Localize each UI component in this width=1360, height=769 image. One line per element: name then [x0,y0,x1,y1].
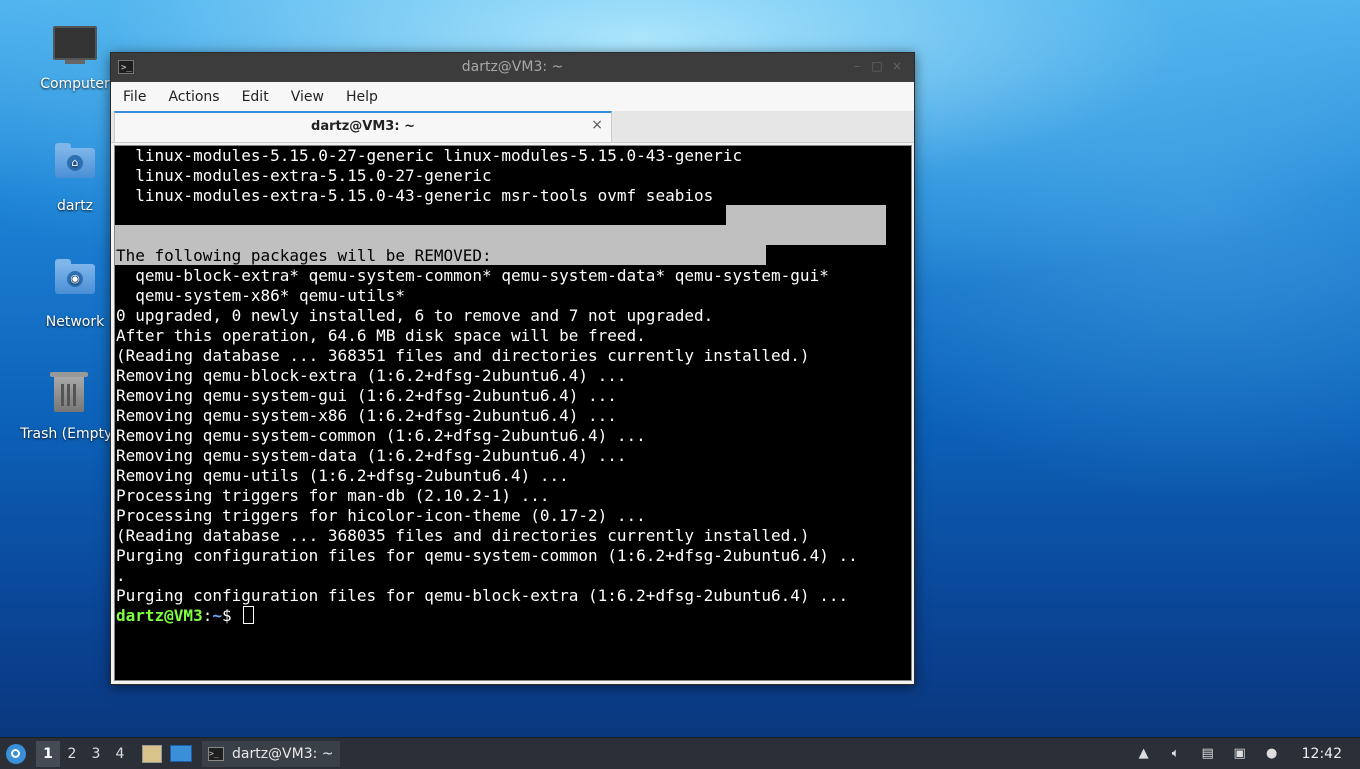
menu-actions[interactable]: Actions [160,89,227,105]
desktop-icon-label: dartz [56,198,94,214]
window-title: dartz@VM3: ~ [461,59,564,75]
terminal-line: 0 upgraded, 0 newly installed, 6 to remo… [116,306,714,325]
prompt-symbol: $ [221,606,242,625]
desktop-icon-label: Computer [40,76,110,92]
taskbar: 1 2 3 4 >_ dartz@VM3: ~ ▲ 🔈︎ ▤ ▣ ● 12:42 [0,737,1360,769]
folder-home-icon: ⌂ [53,143,97,192]
terminal-window[interactable]: >_ dartz@VM3: ~ – □ × File Actions Edit … [110,52,915,685]
terminal-output[interactable]: linux-modules-5.15.0-27-generic linux-mo… [114,145,912,681]
menu-edit[interactable]: Edit [234,89,277,105]
terminal-line: Removing qemu-system-common (1:6.2+dfsg-… [116,426,646,445]
workspace-4[interactable]: 4 [108,741,132,767]
tab-terminal[interactable]: dartz@VM3: ~ × [114,111,612,142]
tab-bar: dartz@VM3: ~ × [111,111,914,143]
menu-bar: File Actions Edit View Help [111,82,914,111]
terminal-line: Removing qemu-system-data (1:6.2+dfsg-2u… [116,446,627,465]
tab-label: dartz@VM3: ~ [311,119,415,134]
terminal-line: Processing triggers for man-db (2.10.2-1… [116,486,550,505]
clipboard-icon[interactable]: ▤ [1200,746,1216,762]
prompt-separator: : [202,606,213,625]
terminal-line: linux-modules-extra-5.15.0-43-generic ms… [116,186,714,205]
terminal-line: Removing qemu-block-extra (1:6.2+dfsg-2u… [116,366,627,385]
maximize-icon[interactable]: □ [870,59,884,73]
taskbar-task-label: dartz@VM3: ~ [232,745,334,762]
desktop-icon-label: Network [45,314,105,330]
trash-icon [47,372,91,420]
computer-icon [53,26,97,70]
text-cursor [243,606,255,624]
terminal-line: qemu-block-extra* qemu-system-common* qe… [116,266,829,285]
terminal-line: linux-modules-extra-5.15.0-27-generic [116,166,492,185]
desktop-icon-label: Trash (Empty) [20,426,118,442]
menu-help[interactable]: Help [338,89,386,105]
terminal-lines: linux-modules-5.15.0-27-generic linux-mo… [116,146,858,626]
prompt-user: dartz@VM3 [116,606,203,625]
file-manager-icon[interactable] [142,744,162,763]
terminal-line: After this operation, 64.6 MB disk space… [116,326,646,345]
system-tray: ▲ 🔈︎ ▤ ▣ ● 12:42 [1128,738,1360,769]
terminal-line: Use 'sudo apt autoremove' to remove them… [116,206,511,225]
terminal-line: (Reading database ... 368351 files and d… [116,346,810,365]
terminal-line: Purging configuration files for qemu-sys… [116,546,858,565]
terminal-line: Removing qemu-system-gui (1:6.2+dfsg-2ub… [116,386,617,405]
show-desktop-icon[interactable] [170,745,192,762]
start-menu-icon[interactable] [6,743,26,764]
workspace-1[interactable]: 1 [36,740,60,767]
volume-icon[interactable]: 🔈︎ [1168,746,1184,762]
tab-close-icon[interactable]: × [591,117,603,133]
tray-arrow-icon[interactable]: ▲ [1136,746,1152,762]
desktop-icon-trash[interactable]: Trash (Empty) [14,372,124,442]
workspace-2[interactable]: 2 [60,741,84,767]
menu-view[interactable]: View [283,89,332,105]
workspace-3[interactable]: 3 [84,741,108,767]
notification-icon[interactable]: ● [1264,746,1280,762]
terminal-line: Processing triggers for hicolor-icon-the… [116,506,646,525]
prompt-path: ~ [212,606,222,625]
minimize-icon[interactable]: – [850,59,864,73]
close-icon[interactable]: × [890,59,904,73]
terminal-line: qemu-system-x86* qemu-utils* [116,286,405,305]
terminal-line: Removing qemu-system-x86 (1:6.2+dfsg-2ub… [116,406,617,425]
network-folder-icon: ◉ [53,259,97,308]
window-titlebar[interactable]: >_ dartz@VM3: ~ – □ × [111,53,914,82]
network-icon[interactable]: ▣ [1232,746,1248,762]
terminal-prompt[interactable]: dartz@VM3:~$ [116,606,858,626]
clock[interactable]: 12:42 [1302,746,1342,762]
terminal-line: Purging configuration files for qemu-blo… [116,586,849,605]
terminal-line: (Reading database ... 368035 files and d… [116,526,810,545]
terminal-line: The following packages will be REMOVED: [116,246,492,265]
menu-file[interactable]: File [115,89,154,105]
terminal-line: linux-modules-5.15.0-27-generic linux-mo… [116,146,743,165]
terminal-icon: >_ [208,746,224,761]
terminal-line: Removing qemu-utils (1:6.2+dfsg-2ubuntu6… [116,466,569,485]
taskbar-task-terminal[interactable]: >_ dartz@VM3: ~ [202,740,340,767]
terminal-line: . [116,566,126,585]
